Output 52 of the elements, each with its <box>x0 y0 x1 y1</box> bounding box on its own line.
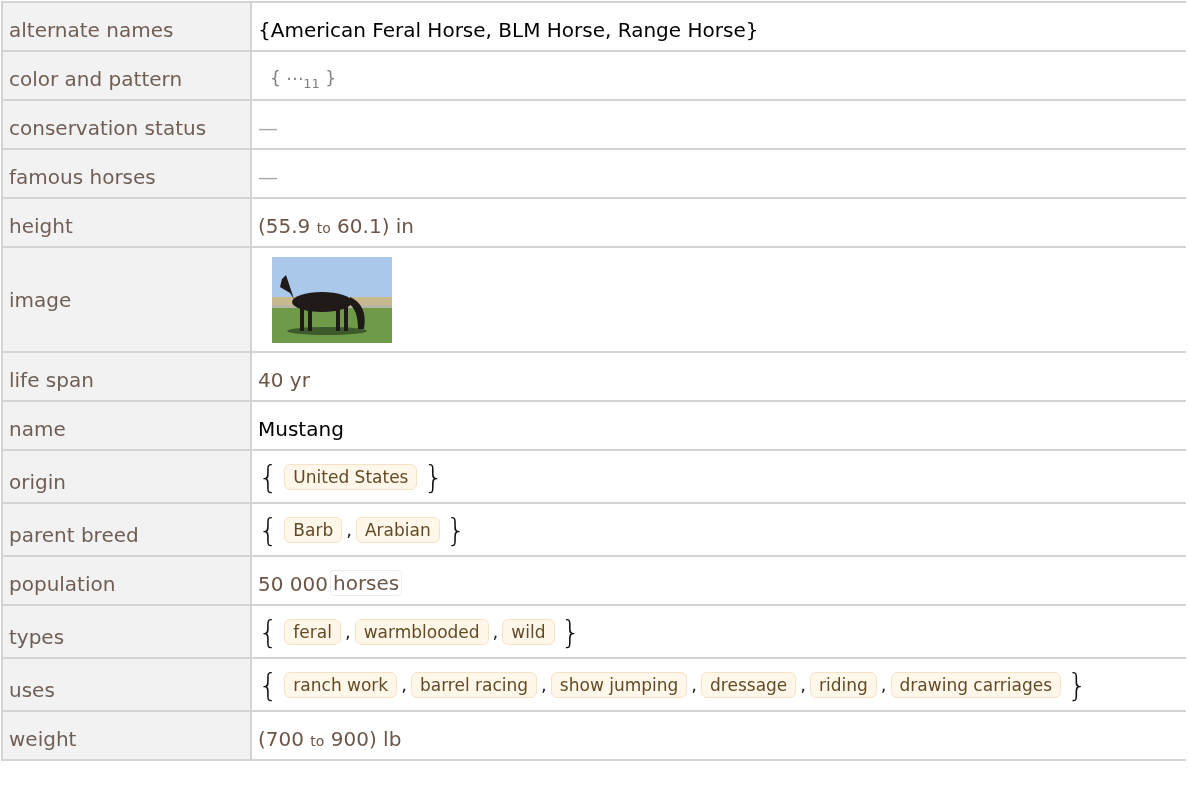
entity-tag[interactable]: barrel racing <box>410 671 538 698</box>
entity-tag[interactable]: warmblooded <box>354 618 489 645</box>
close-brace: } <box>445 513 467 546</box>
missing-value: — <box>258 165 278 189</box>
missing-value: — <box>258 116 278 140</box>
comma: , <box>800 674 807 695</box>
entity-tag[interactable]: wild <box>502 618 555 645</box>
property-label: types <box>3 606 250 657</box>
property-value: {American Feral Horse, BLM Horse, Range Horse} <box>258 18 759 42</box>
entity-tag[interactable]: ranch work <box>284 671 398 698</box>
close-brace: } <box>560 615 581 648</box>
property-label: life span <box>3 353 250 400</box>
open-brace: { <box>258 668 279 701</box>
comma: , <box>346 519 352 540</box>
property-value: Mustang <box>258 417 344 441</box>
comma: , <box>541 674 547 695</box>
comma: , <box>880 674 887 695</box>
entity-tag[interactable]: dressage <box>701 671 797 698</box>
property-label: image <box>3 248 250 351</box>
property-label: famous horses <box>3 150 250 197</box>
property-label: color and pattern <box>3 52 250 99</box>
entity-tag[interactable]: drawing carriages <box>890 671 1062 698</box>
entity-tag[interactable]: feral <box>284 618 341 645</box>
entity-tag[interactable]: riding <box>810 671 877 698</box>
elided-list: { ⋯$_{11}$ } <box>270 67 336 91</box>
property-label: origin <box>3 451 250 502</box>
property-label: conservation status <box>3 101 250 148</box>
close-brace: } <box>423 460 444 493</box>
unit-tag: horses <box>330 570 403 596</box>
open-brace: { <box>258 615 279 648</box>
open-brace: { <box>258 460 279 493</box>
entity-tag[interactable]: Barb <box>284 516 343 543</box>
comma: , <box>401 674 407 695</box>
entity-tag[interactable]: show jumping <box>550 671 688 698</box>
property-label: height <box>3 199 250 246</box>
property-label: weight <box>3 712 250 759</box>
property-label: population <box>3 557 250 604</box>
entity-tag[interactable]: Arabian <box>355 516 440 543</box>
property-label: parent breed <box>3 504 250 555</box>
entity-tag[interactable]: United States <box>284 463 418 490</box>
quantity-value: 40 yr <box>258 368 310 392</box>
comma: , <box>492 621 499 642</box>
comma: , <box>344 621 351 642</box>
quantity-value: 50 000 <box>258 572 328 596</box>
property-label: uses <box>3 659 250 710</box>
comma: , <box>691 674 698 695</box>
property-label: name <box>3 402 250 449</box>
property-label: alternate names <box>3 3 250 50</box>
open-brace: { <box>258 513 279 546</box>
quantity-range: (700 to 900) lb <box>258 727 402 751</box>
quantity-range: (55.9 to 60.1) in <box>258 214 415 238</box>
close-brace: } <box>1067 668 1088 701</box>
